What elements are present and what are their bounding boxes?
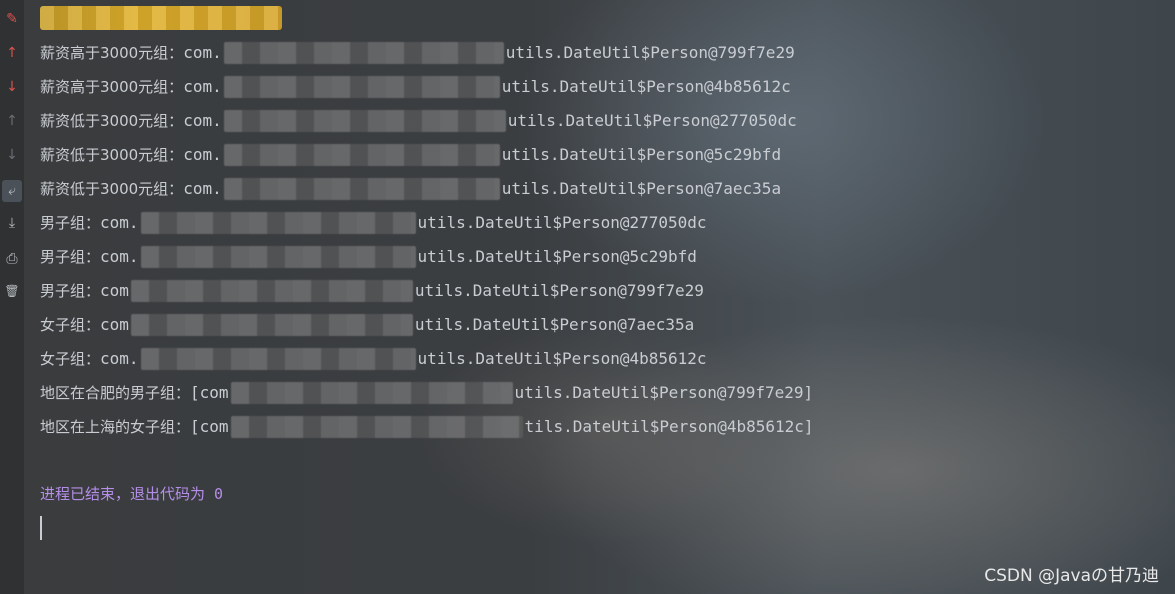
console-output: 薪资高于3000元组： com. utils.DateUtil$Person@799… xyxy=(40,36,814,444)
redacted-command-line xyxy=(40,6,282,30)
console-line: 薪资低于3000元组： com. utils.DateUtil$Person@5c2… xyxy=(40,138,814,172)
pencil-icon[interactable]: ✎ xyxy=(0,8,24,30)
redacted-block xyxy=(223,76,500,98)
line-label: 地区在上海的女子组： xyxy=(40,418,191,436)
redacted-block xyxy=(223,42,504,64)
redacted-block xyxy=(230,416,523,438)
line-suffix: utils.DateUtil$Person@799f7e29] xyxy=(514,383,814,402)
redacted-block xyxy=(140,348,416,370)
redacted-block xyxy=(223,110,506,132)
line-prefix: com. xyxy=(183,145,222,164)
line-suffix: utils.DateUtil$Person@7aec35a xyxy=(501,179,782,198)
line-prefix: [com xyxy=(190,383,229,402)
arrow-down-icon[interactable]: ↓ xyxy=(0,76,24,98)
line-label: 女子组： xyxy=(40,350,101,368)
csdn-watermark: CSDN @Javaの甘乃迪 xyxy=(984,566,1159,586)
console-line: 薪资高于3000元组： com. utils.DateUtil$Person@799… xyxy=(40,36,814,70)
line-prefix: com. xyxy=(183,179,222,198)
line-suffix: tils.DateUtil$Person@4b85612c] xyxy=(524,417,814,436)
line-suffix: utils.DateUtil$Person@7aec35a xyxy=(414,315,695,334)
console-line: 地区在合肥的男子组： [com utils.DateUtil$Person@799f… xyxy=(40,376,814,410)
line-suffix: utils.DateUtil$Person@4b85612c xyxy=(417,349,707,368)
trash-icon[interactable]: 🗑 xyxy=(0,280,24,302)
line-suffix: utils.DateUtil$Person@799f7e29 xyxy=(505,43,795,62)
line-prefix: com. xyxy=(183,43,222,62)
line-prefix: com. xyxy=(100,349,139,368)
scroll-to-end-icon[interactable]: ⤓ xyxy=(0,212,24,234)
status-text: 进程已结束，退出代码为 xyxy=(40,485,206,503)
console-line: 男子组： com. utils.DateUtil$Person@5c29bfd xyxy=(40,240,814,274)
arrow-up-icon[interactable]: ↑ xyxy=(0,110,24,132)
print-icon[interactable]: ⎙ xyxy=(0,248,24,270)
line-label: 女子组： xyxy=(40,316,101,334)
text-cursor[interactable] xyxy=(40,516,42,540)
line-label: 男子组： xyxy=(40,248,101,266)
line-label: 薪资高于3000元组： xyxy=(40,78,184,96)
redacted-block xyxy=(130,280,413,302)
arrow-up-icon[interactable]: ↑ xyxy=(0,42,24,64)
line-label: 薪资低于3000元组： xyxy=(40,180,184,198)
console-toolbar: ✎ ↑ ↓ ↑ ↓ ⤶ ⤓ ⎙ 🗑 xyxy=(0,0,24,594)
soft-wrap-icon[interactable]: ⤶ xyxy=(2,180,22,202)
line-suffix: utils.DateUtil$Person@4b85612c xyxy=(501,77,791,96)
line-suffix: utils.DateUtil$Person@277050dc xyxy=(507,111,797,130)
process-exit-status: 进程已结束，退出代码为 0 xyxy=(40,482,223,506)
redacted-block xyxy=(223,178,500,200)
line-label: 男子组： xyxy=(40,214,101,232)
line-prefix: com. xyxy=(183,111,222,130)
redacted-block xyxy=(223,144,500,166)
console-line: 女子组： com. utils.DateUtil$Person@4b85612c xyxy=(40,342,814,376)
line-suffix: utils.DateUtil$Person@799f7e29 xyxy=(414,281,704,300)
redacted-block xyxy=(230,382,513,404)
console-line: 地区在上海的女子组： [com tils.DateUtil$Person@4b856… xyxy=(40,410,814,444)
line-label: 薪资低于3000元组： xyxy=(40,146,184,164)
console-line: 薪资高于3000元组： com. utils.DateUtil$Person@4b8… xyxy=(40,70,814,104)
console-line: 男子组： com utils.DateUtil$Person@799f7e29 xyxy=(40,274,814,308)
line-suffix: utils.DateUtil$Person@5c29bfd xyxy=(417,247,697,266)
line-prefix: com. xyxy=(183,77,222,96)
exit-code: 0 xyxy=(214,485,224,503)
line-label: 薪资高于3000元组： xyxy=(40,44,184,62)
redacted-block xyxy=(130,314,413,336)
line-label: 地区在合肥的男子组： xyxy=(40,384,191,402)
console-line: 女子组： com utils.DateUtil$Person@7aec35a xyxy=(40,308,814,342)
arrow-down-icon[interactable]: ↓ xyxy=(0,144,24,166)
line-prefix: com xyxy=(100,281,129,300)
line-suffix: utils.DateUtil$Person@5c29bfd xyxy=(501,145,782,164)
console-line: 薪资低于3000元组： com. utils.DateUtil$Person@277… xyxy=(40,104,814,138)
redacted-block xyxy=(140,212,416,234)
line-label: 薪资低于3000元组： xyxy=(40,112,184,130)
line-prefix: [com xyxy=(190,417,229,436)
line-suffix: utils.DateUtil$Person@277050dc xyxy=(417,213,707,232)
line-prefix: com. xyxy=(100,247,139,266)
console-line: 薪资低于3000元组： com. utils.DateUtil$Person@7ae… xyxy=(40,172,814,206)
line-label: 男子组： xyxy=(40,282,101,300)
console-line: 男子组： com. utils.DateUtil$Person@277050dc xyxy=(40,206,814,240)
line-prefix: com xyxy=(100,315,129,334)
line-prefix: com. xyxy=(100,213,139,232)
redacted-block xyxy=(140,246,416,268)
